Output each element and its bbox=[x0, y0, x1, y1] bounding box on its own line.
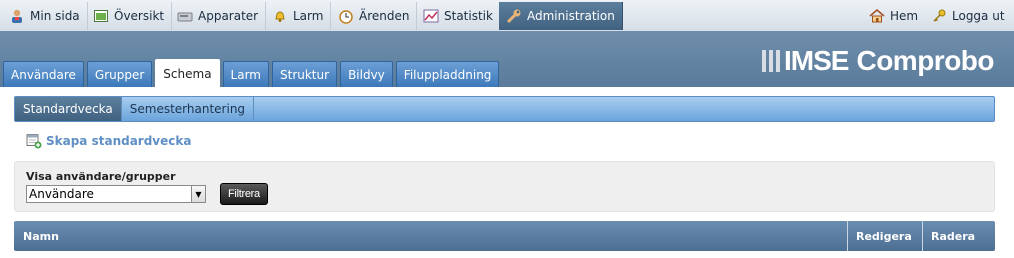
nav-min-sida[interactable]: Min sida bbox=[2, 2, 88, 30]
column-header-redigera: Redigera bbox=[847, 221, 922, 251]
wrench-icon bbox=[506, 8, 522, 24]
sub-tabs: Standardvecka Semesterhantering bbox=[14, 96, 995, 122]
main-tabs: Användare Grupper Schema Larm Struktur B… bbox=[3, 59, 500, 87]
nav-logga-ut[interactable]: Logga ut bbox=[924, 2, 1012, 30]
tab-bildvy[interactable]: Bildvy bbox=[340, 61, 393, 87]
logo-brand-imse: IMSE bbox=[784, 45, 849, 76]
column-header-radera: Radera bbox=[922, 221, 995, 251]
filter-label: Visa användare/grupper bbox=[26, 170, 176, 183]
filter-button[interactable]: Filtrera bbox=[220, 183, 268, 205]
user-group-select[interactable]: Användare ▼ bbox=[26, 185, 206, 203]
column-header-namn[interactable]: Namn bbox=[14, 221, 847, 251]
tab-schema[interactable]: Schema bbox=[155, 59, 220, 87]
header-band: IMSE Comprobo Användare Grupper Schema L… bbox=[0, 31, 1014, 87]
device-icon bbox=[177, 8, 193, 24]
filter-panel: Visa användare/grupper Användare ▼ Filtr… bbox=[14, 161, 995, 212]
clock-icon bbox=[338, 8, 354, 24]
user-icon bbox=[9, 8, 25, 24]
tab-anvandare[interactable]: Användare bbox=[3, 61, 84, 87]
home-icon bbox=[869, 8, 885, 24]
tab-larm[interactable]: Larm bbox=[222, 61, 269, 87]
nav-oversikt[interactable]: Översikt bbox=[86, 2, 173, 30]
overview-icon bbox=[93, 8, 109, 24]
tab-struktur[interactable]: Struktur bbox=[272, 61, 338, 87]
table-header: Namn Redigera Radera bbox=[14, 221, 995, 251]
chart-icon bbox=[423, 8, 439, 24]
top-navigation: Min sida Översikt Apparater Larm Ärenden… bbox=[0, 0, 1014, 32]
calendar-add-icon bbox=[26, 133, 42, 149]
alarm-bell-icon bbox=[272, 8, 288, 24]
key-icon bbox=[931, 8, 947, 24]
create-standard-week-link[interactable]: Skapa standardvecka bbox=[26, 133, 191, 149]
subtab-standardvecka[interactable]: Standardvecka bbox=[15, 97, 122, 121]
tab-filuppladdning[interactable]: Filuppladdning bbox=[395, 61, 500, 87]
dropdown-arrow-icon[interactable]: ▼ bbox=[191, 186, 205, 202]
nav-larm[interactable]: Larm bbox=[265, 2, 332, 30]
logo-brand-comprobo: Comprobo bbox=[856, 45, 994, 76]
nav-apparater[interactable]: Apparater bbox=[170, 2, 267, 30]
nav-statistik[interactable]: Statistik bbox=[416, 2, 501, 30]
nav-arenden[interactable]: Ärenden bbox=[331, 2, 418, 30]
imse-comprobo-logo: IMSE Comprobo bbox=[762, 45, 994, 77]
subtab-semesterhantering[interactable]: Semesterhantering bbox=[122, 97, 255, 121]
select-value: Användare bbox=[29, 187, 94, 201]
nav-administration[interactable]: Administration bbox=[499, 2, 623, 30]
tab-grupper[interactable]: Grupper bbox=[86, 61, 153, 87]
nav-hem[interactable]: Hem bbox=[862, 2, 925, 30]
logo-bars-icon bbox=[762, 50, 780, 72]
